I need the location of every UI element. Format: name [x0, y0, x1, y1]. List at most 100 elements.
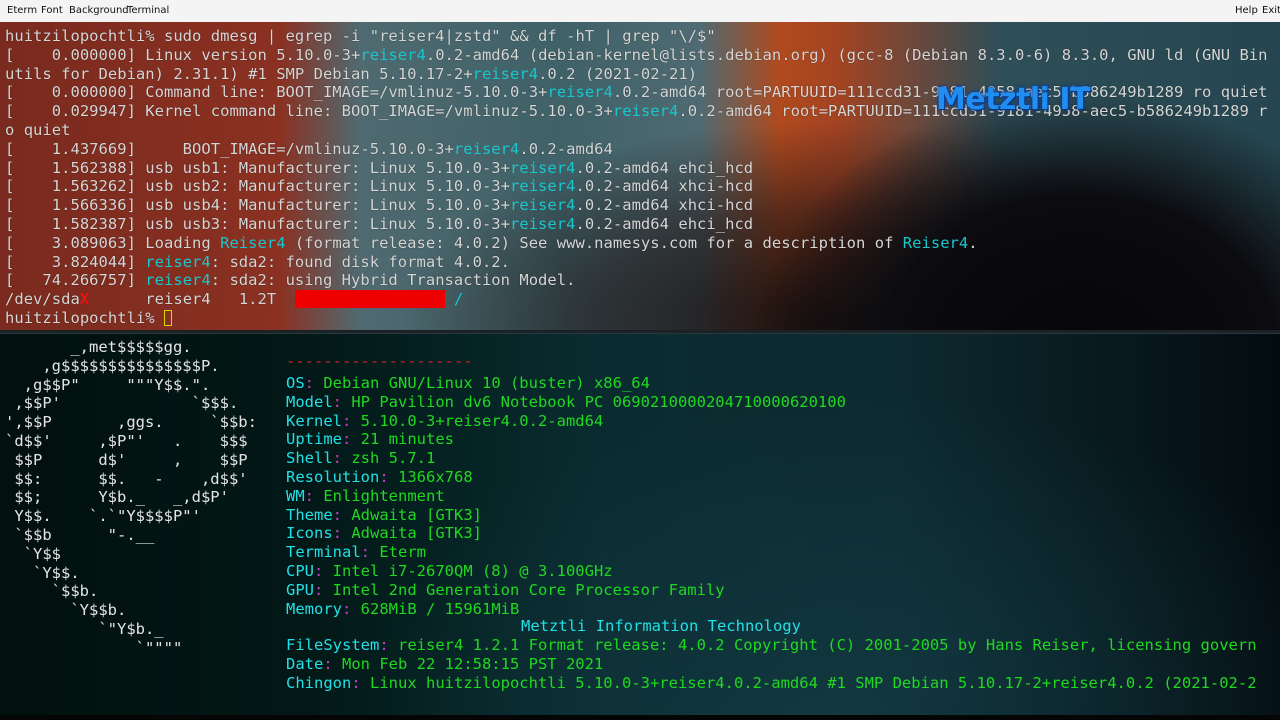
- info-row: Terminal: Eterm: [286, 543, 426, 562]
- info-label: Kernel: [286, 411, 342, 430]
- terminal-text: [ 74.266757]: [5, 271, 146, 290]
- info-value: Intel i7-2670QM (8) @ 3.100GHz: [332, 562, 613, 580]
- info-label: Terminal: [286, 543, 361, 562]
- terminal-text: [ 0.000000] Linux version 5.10.0-3+: [5, 45, 361, 64]
- info-colon: :: [332, 449, 352, 468]
- info-colon: :: [314, 562, 333, 580]
- terminal-text: utils for Debian) 2.31.1) #1 SMP Debian …: [5, 64, 473, 83]
- info-value: Adwaita [GTK3]: [351, 505, 482, 524]
- menu-bar: Eterm Font Background Terminal Help Exit: [0, 0, 1280, 22]
- ascii-art-line: `"Y$b._: [5, 620, 164, 638]
- terminal-text: : sda2: found disk format 4.0.2.: [210, 252, 511, 271]
- info-label: Theme: [286, 505, 333, 524]
- ascii-art-line: `Y$$: [5, 544, 61, 563]
- info-value: zsh 5.7.1: [351, 449, 436, 468]
- text-cursor: [163, 310, 172, 326]
- info-value: Mon Feb 22 12:58:15 PST 2021: [342, 654, 604, 673]
- ascii-art-line: $$; Y$b._ _,d$P': [5, 488, 229, 507]
- terminal-line: [ 0.000000] Linux version 5.10.0-3+reise…: [5, 46, 1268, 65]
- ascii-art-line: $$P d$' , $$P: [5, 450, 248, 469]
- info-colon: :: [304, 374, 324, 392]
- terminal-line: huitzilopochtli% sudo dmesg | egrep -i "…: [5, 27, 716, 46]
- info-label: CPU: [286, 562, 314, 580]
- info-label: FileSystem: [286, 636, 380, 654]
- terminal-text: [ 1.582387] usb usb3: Manufacturer: Linu…: [5, 215, 510, 233]
- terminal-line: /dev/sdaX reiser4 1.2T /: [5, 290, 463, 309]
- terminal-text: .0.2-amd64 ehci_hcd: [575, 158, 754, 177]
- info-label: Uptime: [286, 430, 342, 449]
- ascii-art-line: `Y$$.: [5, 563, 80, 582]
- terminal-text: Reiser4: [220, 233, 286, 252]
- bottom-terminal[interactable]: _,met$$$$$gg. ,g$$$$$$$$$$$$$$$P. ,g$$P"…: [0, 333, 1280, 716]
- terminal-text: .0.2-amd64 xhci-hcd: [575, 196, 754, 215]
- top-terminal[interactable]: huitzilopochtli% sudo dmesg | egrep -i "…: [0, 22, 1280, 330]
- terminal-line: [ 1.566336] usb usb4: Manufacturer: Linu…: [5, 196, 753, 215]
- redaction-mark: X: [79, 290, 90, 309]
- info-row: Chingon: Linux huitzilopochtli 5.10.0-3+…: [286, 674, 1257, 693]
- info-label: WM: [286, 486, 305, 505]
- info-row: Shell: zsh 5.7.1: [286, 449, 435, 468]
- status-strip: [0, 715, 1280, 720]
- menu-eterm[interactable]: Eterm: [7, 5, 37, 16]
- info-colon: :: [342, 411, 361, 430]
- terminal-text: .0.2 (2021-02-21): [538, 64, 698, 83]
- redaction-bar: [294, 290, 445, 309]
- info-value: Adwaita [GTK3]: [351, 524, 482, 543]
- terminal-text: [ 0.029947] Kernel command line: BOOT_IM…: [5, 102, 613, 121]
- terminal-line: huitzilopochtli%: [5, 309, 172, 328]
- terminal-line: [ 1.562388] usb usb1: Manufacturer: Linu…: [5, 159, 753, 178]
- info-row: Memory: 628MiB / 15961MiB: [286, 600, 519, 619]
- ascii-art-line: `$$b.: [5, 582, 99, 601]
- menu-exit[interactable]: Exit: [1262, 5, 1280, 16]
- terminal-text: reiser4: [510, 196, 576, 215]
- info-value: Debian GNU/Linux 10 (buster) x86_64: [323, 374, 650, 392]
- terminal-line: [ 1.563262] usb usb2: Manufacturer: Linu…: [5, 177, 753, 196]
- terminal-text: [ 3.824044]: [5, 252, 146, 271]
- terminal-text: reiser4: [472, 64, 539, 83]
- info-colon: :: [379, 636, 398, 654]
- info-label: Model: [286, 392, 333, 411]
- terminal-text: reiser4: [145, 271, 211, 290]
- ascii-art-line: `Y$$b.: [5, 601, 127, 620]
- info-colon: :: [304, 486, 324, 505]
- terminal-text: reiser4: [612, 102, 679, 121]
- terminal-line: [ 1.437669] BOOT_IMAGE=/vmlinuz-5.10.0-3…: [5, 140, 613, 159]
- info-value: HP Pavilion dv6 Notebook PC 069021000020…: [351, 392, 846, 411]
- info-row: Uptime: 21 minutes: [286, 430, 454, 449]
- terminal-text: [ 1.562388] usb usb1: Manufacturer: Linu…: [5, 158, 510, 177]
- info-label: Date: [286, 654, 324, 673]
- info-label: OS: [286, 374, 305, 392]
- terminal-text: huitzilopochtli%: [5, 309, 164, 327]
- terminal-text: reiser4: [360, 45, 426, 64]
- info-value: 21 minutes: [360, 430, 454, 449]
- menu-font[interactable]: Font: [41, 5, 63, 16]
- terminal-text: reiser4: [510, 177, 576, 196]
- terminal-text: Reiser4: [902, 233, 969, 252]
- info-value: Eterm: [379, 543, 426, 562]
- info-colon: :: [332, 392, 352, 411]
- terminal-text: /: [444, 290, 464, 309]
- menu-background[interactable]: Background: [69, 5, 129, 16]
- info-colon: :: [314, 580, 333, 599]
- info-label: Icons: [286, 524, 333, 543]
- terminal-line: o quiet: [5, 121, 70, 140]
- terminal-text: /dev/sda: [5, 290, 80, 309]
- ascii-art-line: ,g$$P" """Y$$.".: [5, 375, 211, 394]
- info-colon: :: [323, 654, 342, 673]
- terminal-text: .0.2-amd64 ehci_hcd: [575, 215, 754, 233]
- banner-text: Metztli Information Technology: [521, 617, 801, 635]
- info-row: Resolution: 1366x768: [286, 468, 473, 487]
- terminal-text: .0.2-amd64 xhci-hcd: [575, 177, 754, 196]
- ascii-art-line: Y$$. `.`"Y$$$$P"': [5, 507, 201, 526]
- info-value: Enlightenment: [323, 486, 445, 505]
- info-colon: :: [342, 430, 361, 449]
- menu-help[interactable]: Help: [1235, 5, 1258, 16]
- info-value: Linux huitzilopochtli 5.10.0-3+reiser4.0…: [370, 673, 1257, 692]
- metztli-logo: Metztli IT: [936, 82, 1090, 117]
- info-row: Model: HP Pavilion dv6 Notebook PC 06902…: [286, 393, 846, 412]
- ascii-art-line: `"""": [5, 638, 183, 657]
- terminal-text: .: [968, 233, 978, 252]
- info-colon: :: [332, 505, 352, 524]
- terminal-text: [ 1.563262] usb usb2: Manufacturer: Linu…: [5, 177, 510, 196]
- menu-terminal[interactable]: Terminal: [127, 5, 169, 16]
